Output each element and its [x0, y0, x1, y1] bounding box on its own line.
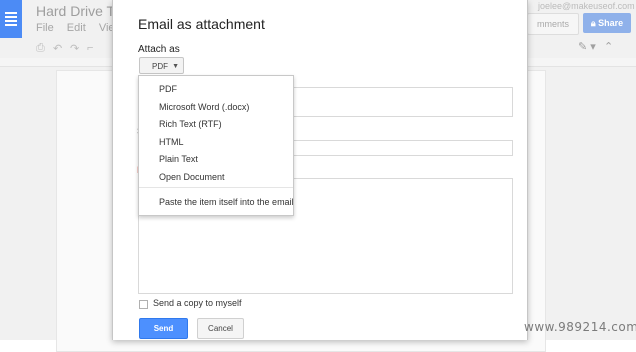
- attach-format-dropdown: PDF Microsoft Word (.docx) Rich Text (RT…: [138, 75, 294, 216]
- docs-logo-icon[interactable]: [0, 0, 22, 38]
- menu-edit[interactable]: Edit: [67, 22, 86, 34]
- user-email[interactable]: joelee@makeuseof.com: [538, 1, 635, 11]
- send-button[interactable]: Send: [139, 318, 188, 339]
- attach-format-value: PDF: [152, 62, 168, 71]
- comments-button[interactable]: mments: [527, 13, 579, 35]
- option-plain-text[interactable]: Plain Text: [159, 154, 198, 164]
- print-icon[interactable]: ⎙: [36, 42, 45, 55]
- document-title[interactable]: Hard Drive Th: [36, 3, 123, 19]
- redo-icon[interactable]: ↷: [70, 42, 79, 55]
- paint-format-icon[interactable]: ⌐: [87, 42, 93, 54]
- option-html[interactable]: HTML: [159, 137, 184, 147]
- option-open-document[interactable]: Open Document: [159, 172, 225, 182]
- option-rtf[interactable]: Rich Text (RTF): [159, 119, 222, 129]
- send-copy-checkbox[interactable]: [139, 300, 148, 309]
- dialog-title: Email as attachment: [138, 16, 265, 32]
- option-word[interactable]: Microsoft Word (.docx): [159, 102, 249, 112]
- lock-icon: 🔒︎: [590, 18, 596, 28]
- attach-format-select[interactable]: PDF ▼: [139, 57, 184, 74]
- menu-file[interactable]: File: [36, 22, 54, 34]
- watermark: www.989214.com: [524, 320, 636, 334]
- option-pdf[interactable]: PDF: [159, 84, 177, 94]
- pencil-icon[interactable]: ✎ ▾: [578, 40, 596, 53]
- chevron-down-icon: ▼: [172, 63, 179, 70]
- dropdown-divider: [139, 187, 293, 188]
- share-button-label: Share: [598, 18, 624, 28]
- cancel-button[interactable]: Cancel: [197, 318, 244, 339]
- share-button[interactable]: 🔒︎ Share: [583, 13, 631, 33]
- option-paste-inline[interactable]: Paste the item itself into the email: [159, 197, 294, 207]
- attach-as-label: Attach as: [138, 44, 180, 55]
- undo-icon[interactable]: ↶: [53, 42, 62, 55]
- send-copy-label: Send a copy to myself: [153, 298, 242, 308]
- collapse-icon[interactable]: ⌃: [604, 40, 613, 53]
